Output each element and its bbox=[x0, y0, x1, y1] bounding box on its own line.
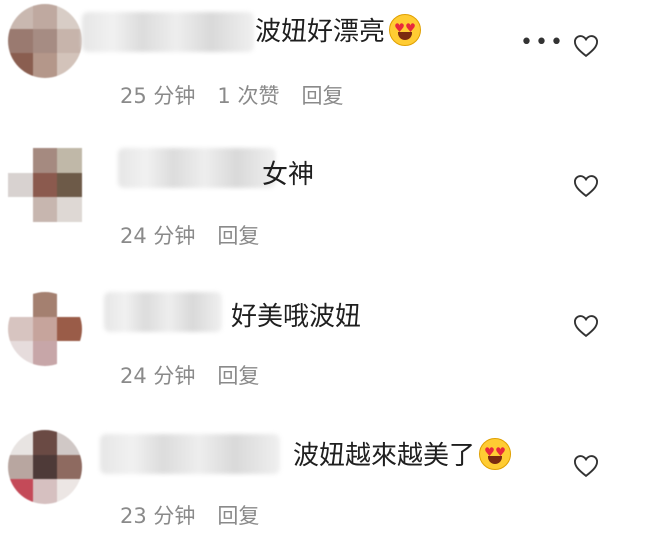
comment-meta: 23 分钟 回复 bbox=[120, 502, 259, 530]
username-blurred[interactable] bbox=[82, 12, 254, 52]
reply-button[interactable]: 回复 bbox=[217, 502, 259, 530]
avatar[interactable] bbox=[8, 4, 82, 78]
heart-eyes-emoji-icon: ♥ ♥ bbox=[389, 14, 422, 46]
comment-time: 25 分钟 bbox=[120, 84, 196, 108]
heart-icon[interactable] bbox=[572, 312, 600, 340]
comment-time: 24 分钟 bbox=[120, 364, 196, 388]
avatar[interactable] bbox=[8, 430, 82, 504]
comment-text: 女神 bbox=[262, 158, 314, 192]
more-options-icon[interactable]: ••• bbox=[520, 30, 565, 55]
comment-text-content: 女神 bbox=[262, 160, 315, 190]
comment-text: 波妞越來越美了 ♥ ♥ bbox=[293, 438, 512, 473]
comment-time: 23 分钟 bbox=[120, 504, 196, 528]
comment-item: 波妞越來越美了 ♥ ♥ 23 分钟 回复 bbox=[0, 420, 650, 560]
reply-button[interactable]: 回复 bbox=[217, 362, 259, 390]
comment-text-content: 好美哦波妞 bbox=[231, 302, 362, 332]
heart-icon[interactable] bbox=[572, 172, 600, 200]
avatar[interactable] bbox=[8, 292, 82, 366]
reply-button[interactable]: 回复 bbox=[301, 82, 343, 110]
heart-icon[interactable] bbox=[572, 32, 600, 60]
username-blurred[interactable] bbox=[104, 292, 222, 332]
username-blurred[interactable] bbox=[100, 434, 280, 474]
reply-button[interactable]: 回复 bbox=[217, 222, 259, 250]
comment-item: 女神 24 分钟 回复 bbox=[0, 140, 650, 280]
avatar[interactable] bbox=[8, 148, 82, 222]
comment-time: 24 分钟 bbox=[120, 224, 196, 248]
comment-meta: 24 分钟 回复 bbox=[120, 222, 259, 250]
comment-item: 波妞好漂亮 ♥ ♥ 25 分钟 1 次赞 回复 ••• bbox=[0, 0, 650, 140]
comment-text: 好美哦波妞 bbox=[231, 300, 361, 334]
heart-icon[interactable] bbox=[572, 452, 600, 480]
comment-meta: 24 分钟 回复 bbox=[120, 362, 259, 390]
comment-meta: 25 分钟 1 次赞 回复 bbox=[120, 82, 343, 110]
comment-text-content: 波妞越來越美了 bbox=[293, 441, 476, 471]
like-count[interactable]: 1 次赞 bbox=[217, 82, 279, 110]
username-blurred[interactable] bbox=[118, 148, 276, 188]
comment-text: 波妞好漂亮 ♥ ♥ bbox=[255, 14, 422, 49]
comment-text-content: 波妞好漂亮 bbox=[255, 17, 386, 47]
comment-item: 好美哦波妞 24 分钟 回复 bbox=[0, 280, 650, 420]
heart-eyes-emoji-icon: ♥ ♥ bbox=[479, 438, 512, 470]
